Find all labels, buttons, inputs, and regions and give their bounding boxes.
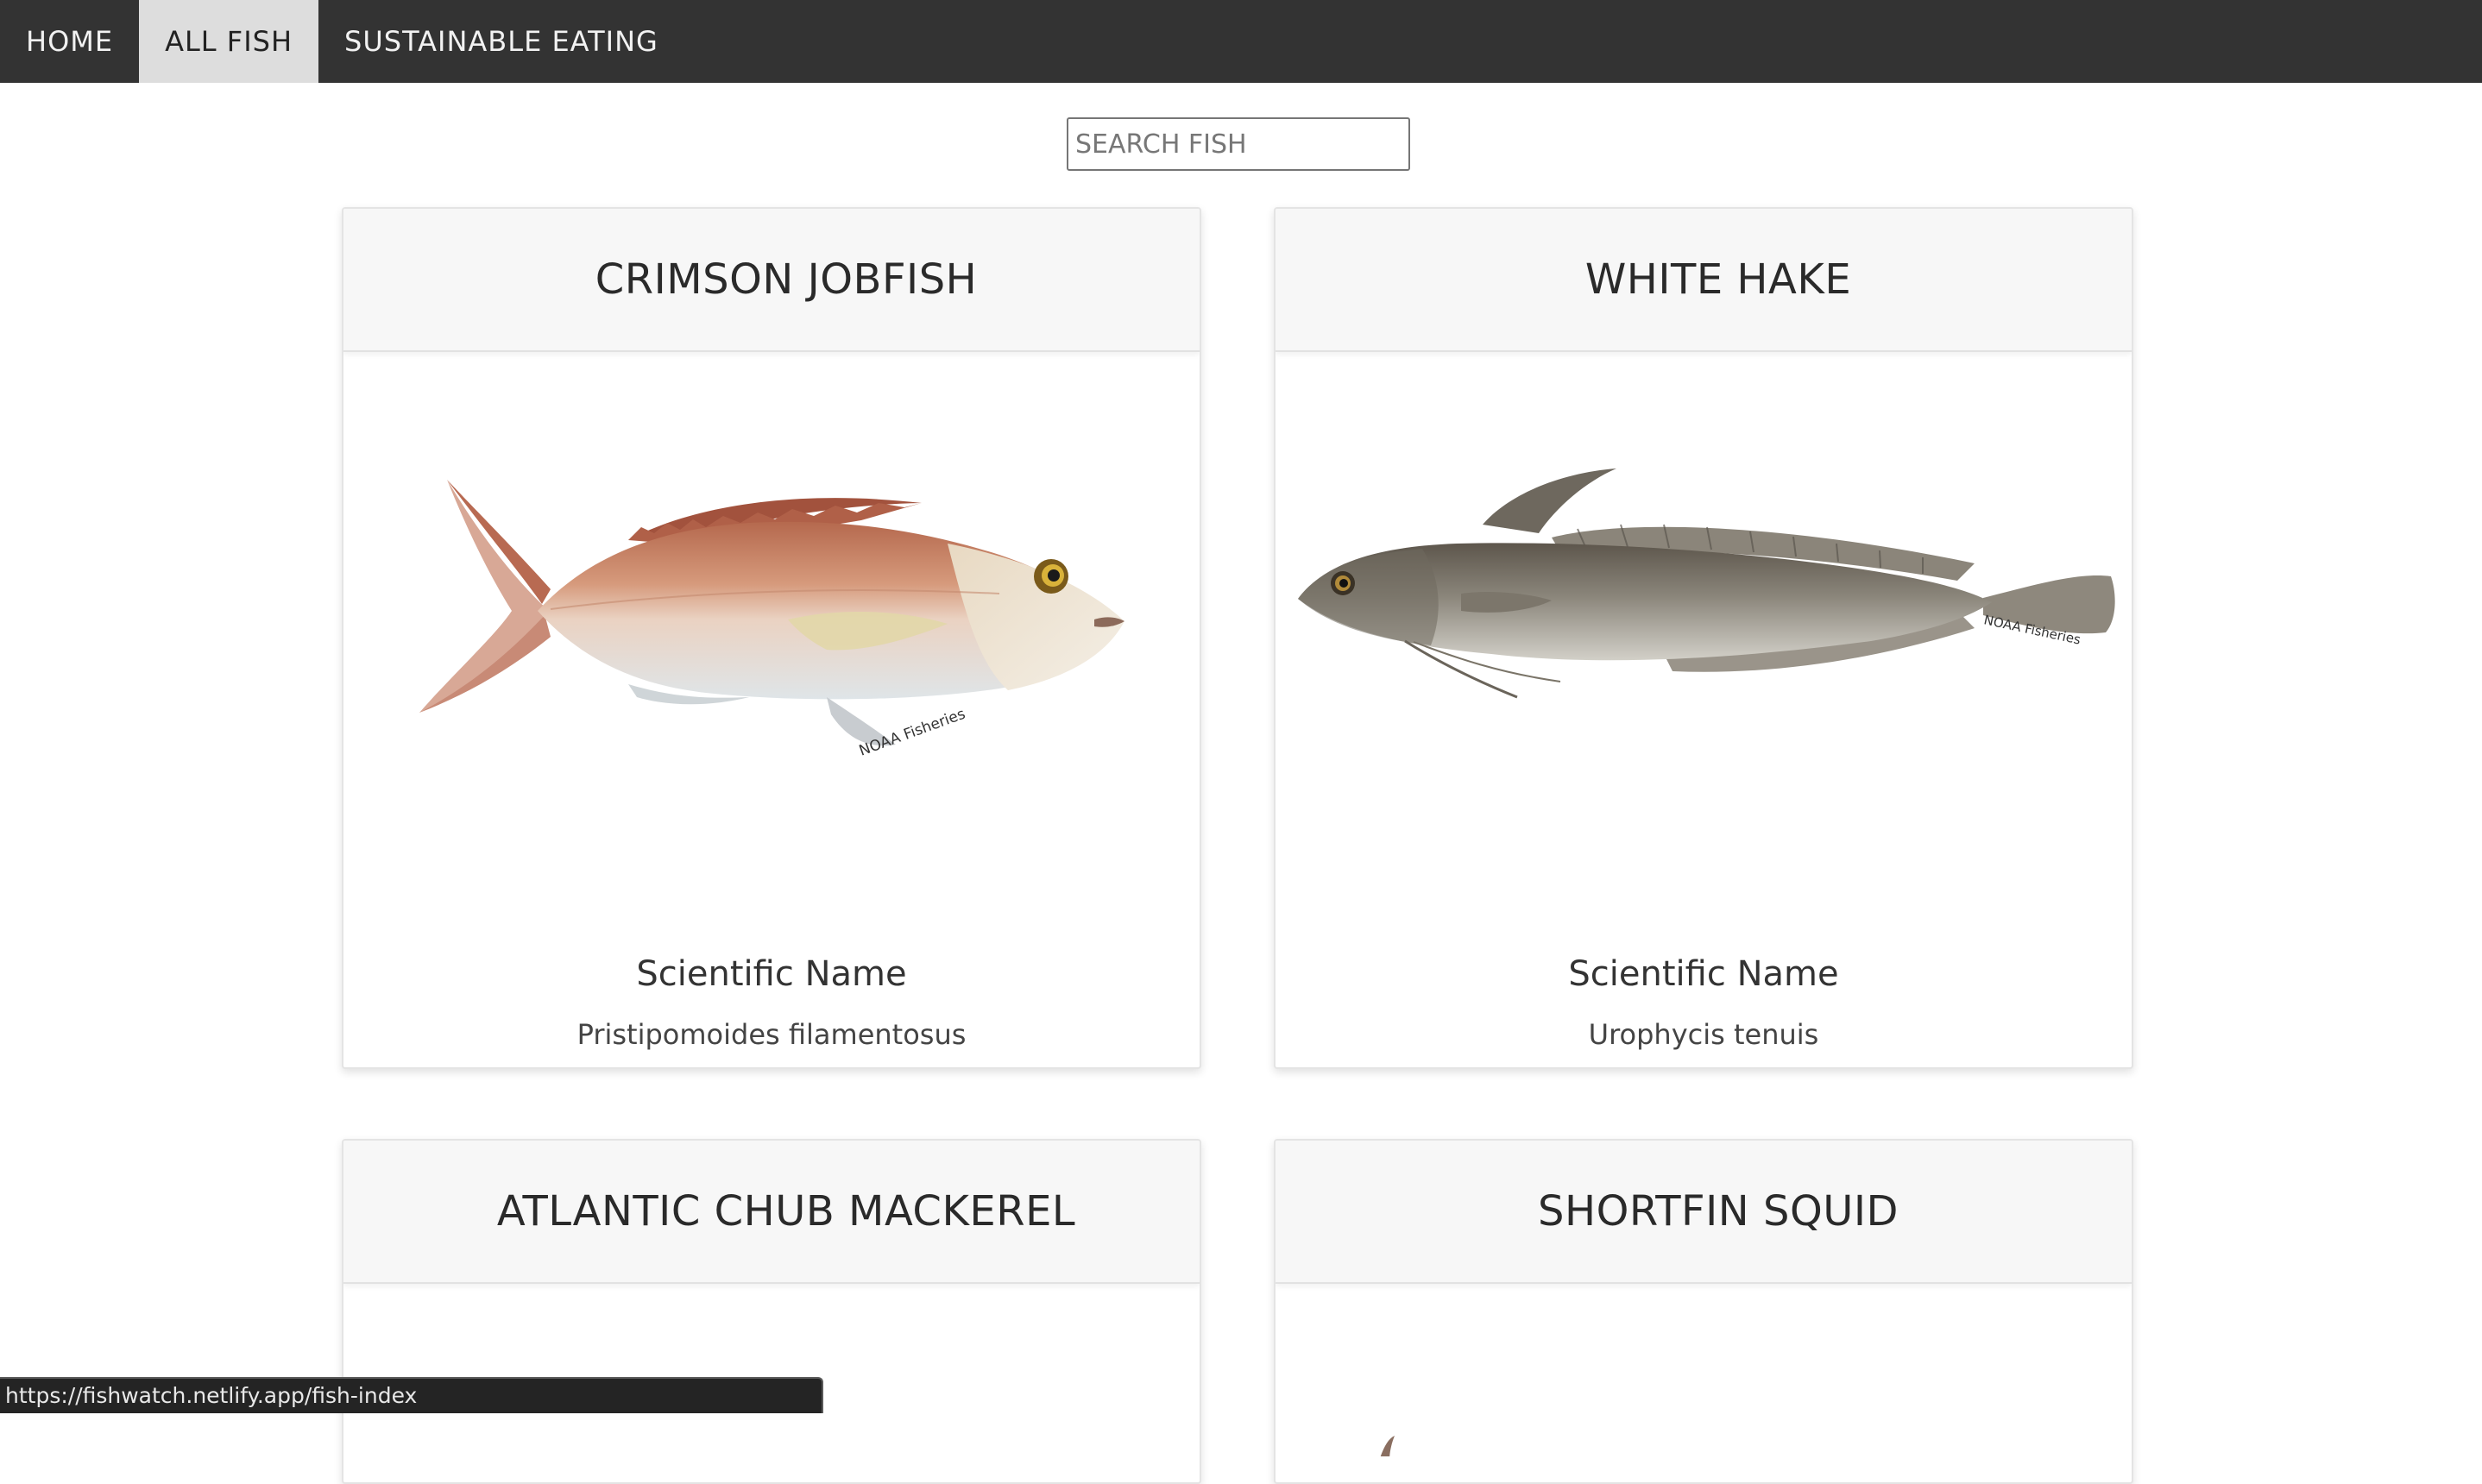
card-title: ATLANTIC CHUB MACKEREL — [496, 1187, 1076, 1236]
scientific-name-value: Urophycis tenuis — [1588, 1018, 1819, 1051]
card-header: ATLANTIC CHUB MACKEREL — [343, 1141, 1200, 1284]
card-title: SHORTFIN SQUID — [1538, 1187, 1899, 1236]
status-bar-url: https://fishwatch.netlify.app/fish-index — [0, 1377, 823, 1413]
card-header: SHORTFIN SQUID — [1276, 1141, 2132, 1284]
search-input[interactable] — [1067, 117, 1410, 171]
card-title: WHITE HAKE — [1584, 255, 1852, 304]
scientific-name-label: Scientific Name — [1568, 954, 1839, 994]
fish-card-atlantic-chub-mackerel[interactable]: ATLANTIC CHUB MACKEREL — [342, 1139, 1201, 1484]
fish-card-crimson-jobfish[interactable]: CRIMSON JOBFISH NOAA Fisheries Scientifi… — [342, 207, 1201, 1069]
card-header: WHITE HAKE — [1276, 209, 2132, 352]
shortfin-squid-illustration — [1380, 1436, 1395, 1456]
top-navigation: HOME ALL FISH SUSTAINABLE EATING — [0, 0, 2482, 83]
card-title: CRIMSON JOBFISH — [595, 255, 978, 304]
nav-sustainable-eating[interactable]: SUSTAINABLE EATING — [318, 0, 684, 83]
nav-all-fish[interactable]: ALL FISH — [139, 0, 319, 83]
nav-home[interactable]: HOME — [0, 0, 139, 83]
fish-card-white-hake[interactable]: WHITE HAKE NOAA Fisheries Scientific Nam… — [1274, 207, 2133, 1069]
scientific-name-value: Pristipomoides filamentosus — [576, 1018, 967, 1051]
white-hake-illustration: NOAA Fisheries — [1298, 468, 2115, 699]
crimson-jobfish-illustration: NOAA Fisheries — [419, 480, 1124, 760]
scientific-name-label: Scientific Name — [636, 954, 907, 994]
fish-card-shortfin-squid[interactable]: SHORTFIN SQUID — [1274, 1139, 2133, 1484]
card-header: CRIMSON JOBFISH — [343, 209, 1200, 352]
